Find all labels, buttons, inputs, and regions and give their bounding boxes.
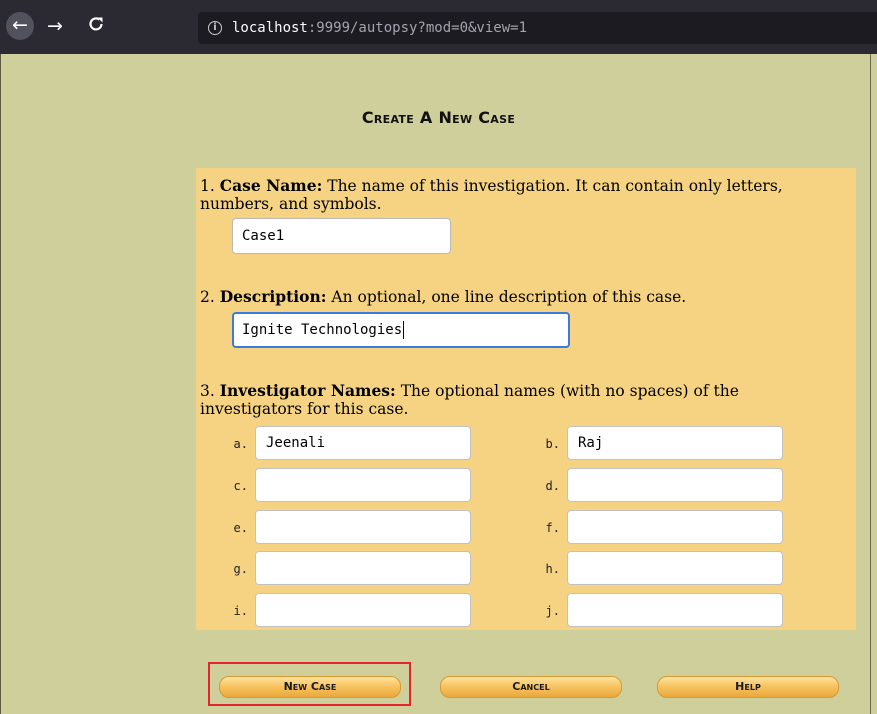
page-edge-left bbox=[0, 54, 1, 714]
investigator-b-input[interactable]: Raj bbox=[567, 426, 783, 460]
investigator-g-letter: g. bbox=[233, 562, 248, 576]
site-info-icon[interactable]: i bbox=[208, 21, 222, 35]
back-arrow-icon[interactable]: ← bbox=[6, 12, 34, 40]
investigators-label: Investigator Names: bbox=[219, 381, 396, 400]
reload-glyph bbox=[89, 17, 103, 31]
investigators-prompt: 3. Investigator Names: The optional name… bbox=[200, 381, 820, 419]
url-host: localhost bbox=[232, 20, 308, 36]
investigator-g-input[interactable] bbox=[255, 551, 471, 585]
description-prompt: 2. Description: An optional, one line de… bbox=[200, 287, 850, 307]
investigator-e-letter: e. bbox=[233, 521, 248, 535]
reload-icon[interactable] bbox=[84, 14, 108, 38]
investigator-e-input[interactable] bbox=[255, 510, 471, 544]
help-button[interactable]: Help bbox=[657, 676, 839, 698]
investigator-h-input[interactable] bbox=[567, 551, 783, 585]
url-text: localhost:9999/autopsy?mod=0&view=1 bbox=[232, 12, 527, 44]
page-title: Create A New Case bbox=[361, 108, 516, 127]
investigator-b-letter: b. bbox=[545, 437, 560, 451]
case-name-number: 1. bbox=[200, 177, 215, 195]
investigator-i-letter: i. bbox=[233, 604, 248, 618]
case-name-input[interactable]: Case1 bbox=[232, 218, 451, 254]
forward-arrow-icon[interactable]: → bbox=[43, 14, 67, 38]
text-caret bbox=[403, 321, 405, 339]
case-name-label: Case Name: bbox=[219, 176, 323, 195]
investigator-j-input[interactable] bbox=[567, 593, 783, 627]
investigator-h-letter: h. bbox=[545, 562, 560, 576]
investigator-j-letter: j. bbox=[545, 604, 560, 618]
description-help: An optional, one line description of thi… bbox=[331, 288, 687, 306]
browser-toolbar: ← → i localhost:9999/autopsy?mod=0&view=… bbox=[0, 0, 877, 54]
description-value: Ignite Technologies bbox=[242, 322, 403, 338]
investigator-a-letter: a. bbox=[233, 437, 248, 451]
url-path: :9999/autopsy?mod=0&view=1 bbox=[307, 20, 528, 36]
description-input[interactable]: Ignite Technologies bbox=[232, 312, 570, 348]
investigators-number: 3. bbox=[200, 382, 215, 400]
cancel-button[interactable]: Cancel bbox=[440, 676, 622, 698]
investigator-f-input[interactable] bbox=[567, 510, 783, 544]
address-bar[interactable]: i localhost:9999/autopsy?mod=0&view=1 bbox=[198, 12, 877, 44]
case-name-prompt: 1. Case Name: The name of this investiga… bbox=[200, 176, 850, 214]
description-number: 2. bbox=[200, 288, 215, 306]
investigator-d-input[interactable] bbox=[567, 468, 783, 502]
investigator-c-letter: c. bbox=[233, 479, 248, 493]
investigator-a-input[interactable]: Jeenali bbox=[255, 426, 471, 460]
investigator-i-input[interactable] bbox=[255, 593, 471, 627]
investigator-c-input[interactable] bbox=[255, 468, 471, 502]
new-case-button[interactable]: New Case bbox=[219, 676, 401, 698]
investigator-d-letter: d. bbox=[545, 479, 560, 493]
investigator-f-letter: f. bbox=[545, 521, 560, 535]
description-label: Description: bbox=[219, 287, 327, 306]
page-edge-right bbox=[870, 54, 871, 714]
